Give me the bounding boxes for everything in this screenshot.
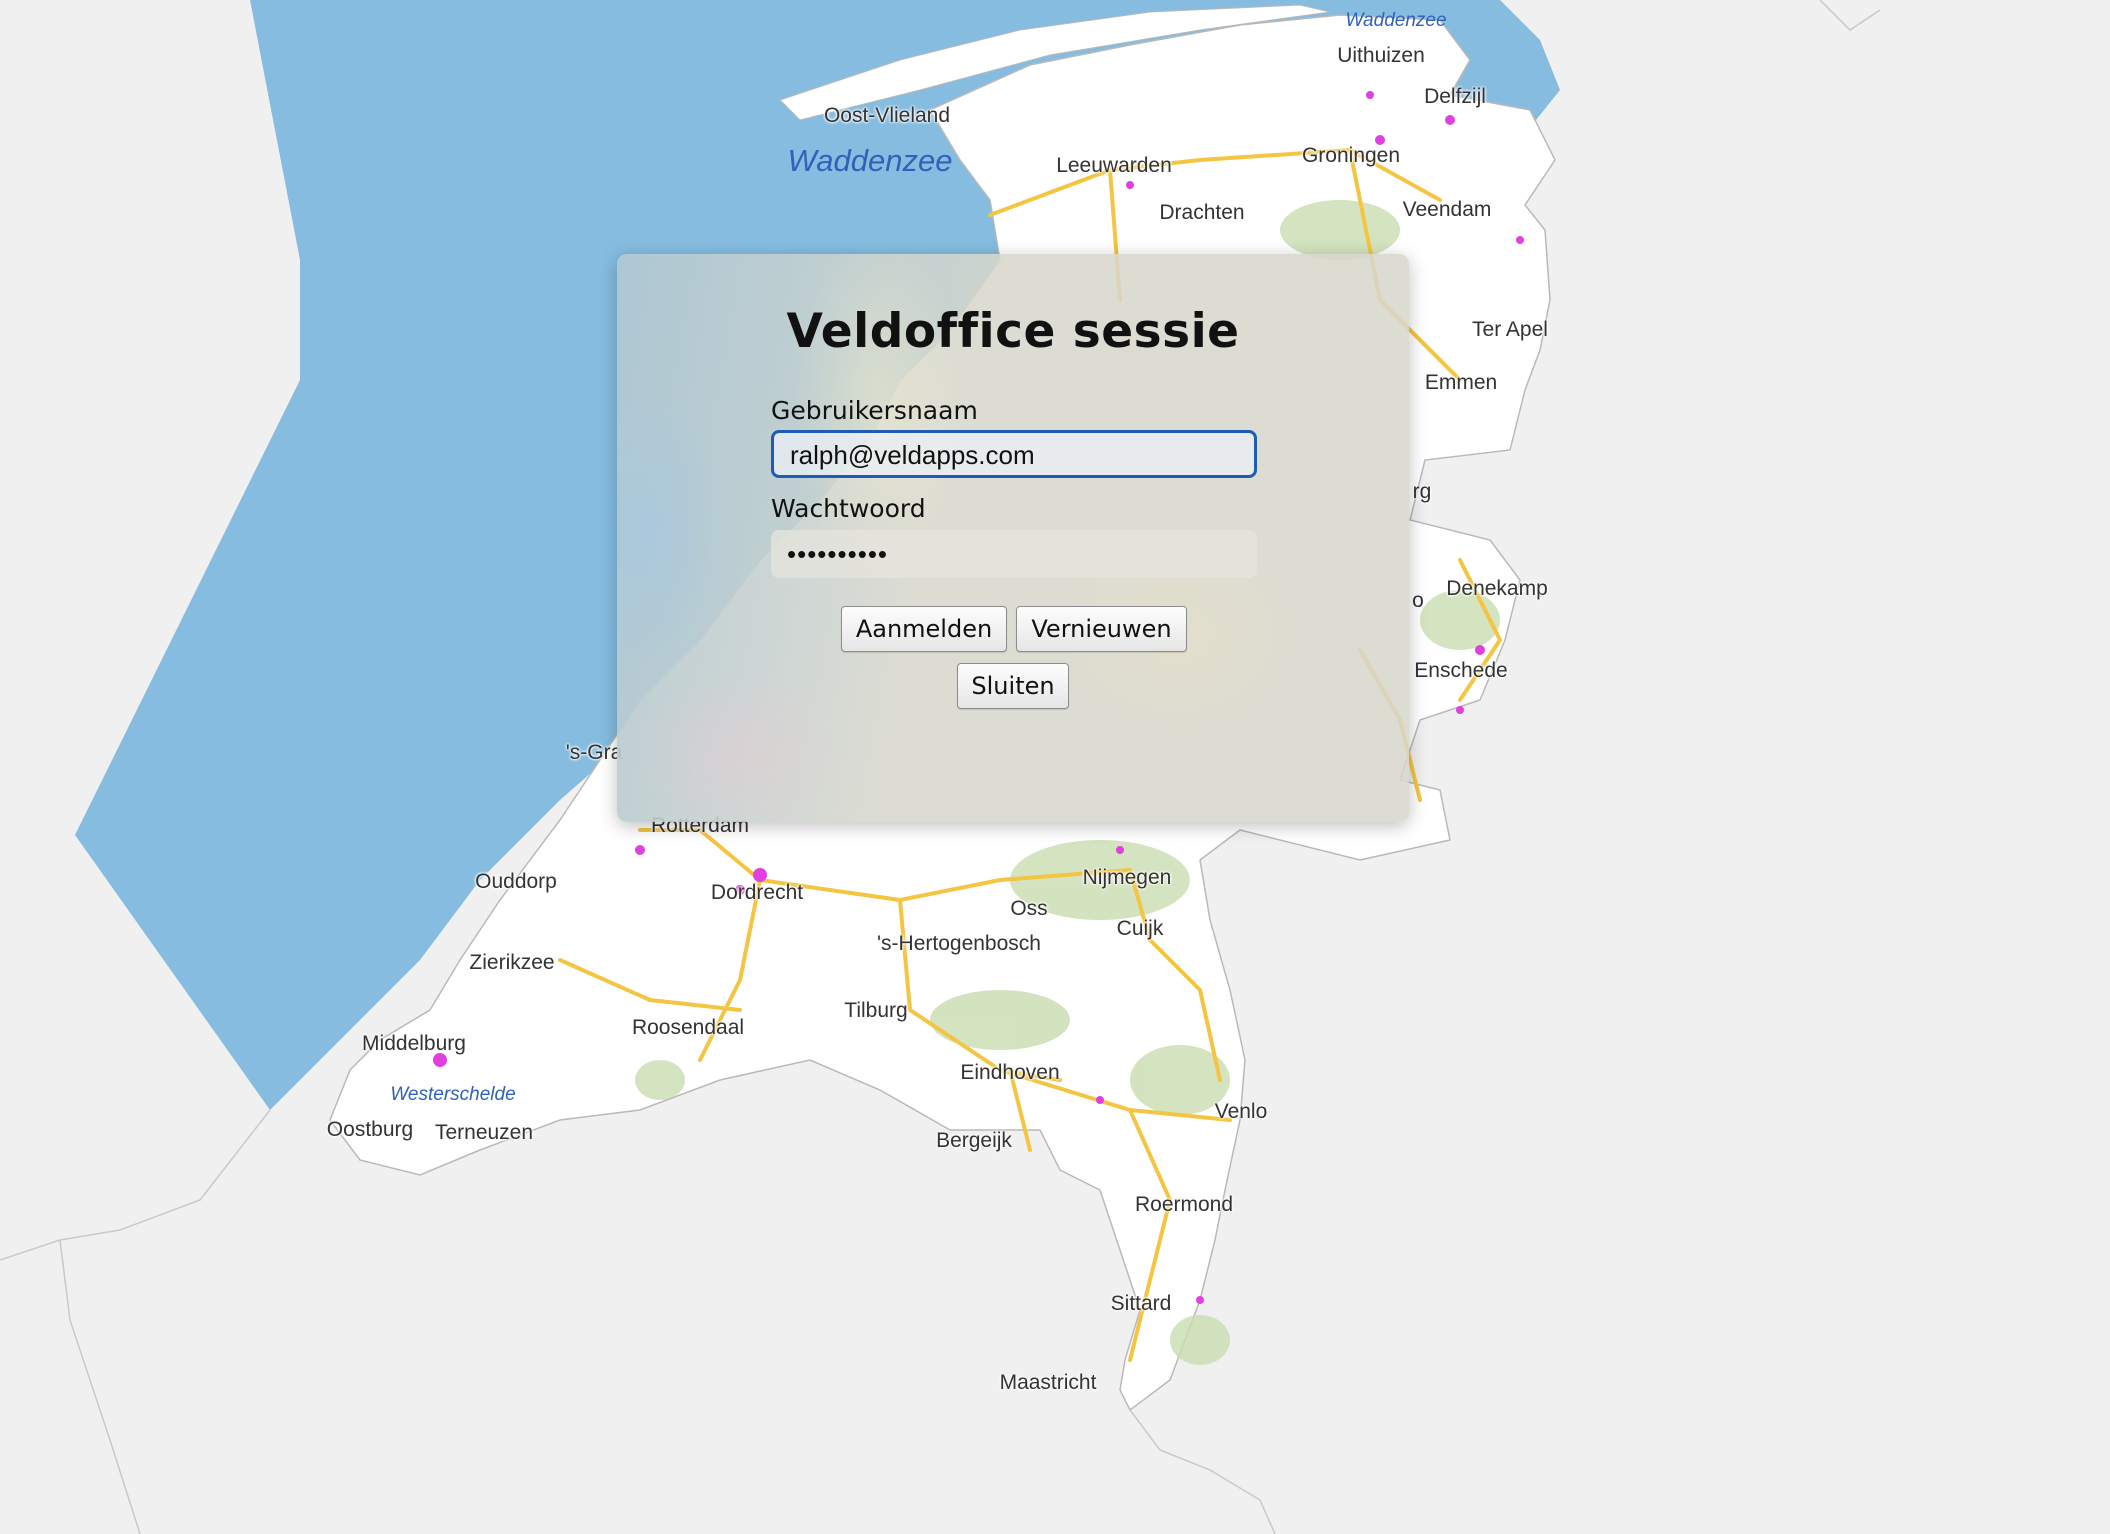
- place-label: Delfzijl: [1424, 85, 1486, 108]
- password-input[interactable]: ••••••••••: [771, 530, 1257, 578]
- water-label-westerschelde: Westerschelde: [390, 1084, 516, 1105]
- session-dialog: Veldoffice sessie Gebruikersnaam ralph@v…: [617, 254, 1409, 822]
- place-label: Emmen: [1424, 371, 1498, 394]
- username-input[interactable]: ralph@veldapps.com: [771, 430, 1257, 478]
- place-label: Maastricht: [999, 1371, 1097, 1394]
- place-label: Nijmegen: [1082, 866, 1172, 889]
- place-label: Groningen: [1301, 144, 1401, 167]
- place-label: Sittard: [1110, 1292, 1172, 1315]
- close-button[interactable]: Sluiten: [957, 663, 1069, 709]
- place-label: Veendam: [1402, 198, 1492, 221]
- place-label: 's-Hertogenbosch: [877, 932, 1041, 955]
- place-label: Dordrecht: [710, 881, 804, 904]
- username-label: Gebruikersnaam: [771, 396, 978, 425]
- password-label: Wachtwoord: [771, 494, 926, 523]
- place-label: Roosendaal: [631, 1016, 745, 1039]
- place-label: Oost-Vlieland: [823, 104, 951, 127]
- place-label: rg: [1412, 480, 1432, 503]
- place-label: Uithuizen: [1337, 44, 1425, 67]
- place-label: Enschede: [1414, 659, 1508, 682]
- place-label: Venlo: [1214, 1100, 1268, 1123]
- place-label: o: [1412, 589, 1424, 612]
- place-label: Leeuwarden: [1056, 154, 1172, 177]
- dialog-title: Veldoffice sessie: [786, 304, 1240, 359]
- place-label: 's-Gra: [565, 741, 623, 764]
- place-label: Ter Apel: [1472, 318, 1548, 341]
- place-label: Oss: [1010, 897, 1048, 920]
- place-label: Denekamp: [1446, 577, 1548, 600]
- water-label-waddenzee-east: Waddenzee: [1345, 10, 1447, 31]
- place-label: Oostburg: [326, 1118, 414, 1141]
- place-label: Eindhoven: [960, 1061, 1060, 1084]
- water-label-waddenzee: Waddenzee: [787, 143, 953, 178]
- refresh-button[interactable]: Vernieuwen: [1016, 606, 1187, 652]
- place-label: Terneuzen: [434, 1121, 534, 1144]
- place-label: Bergeijk: [936, 1129, 1012, 1152]
- place-label: Drachten: [1159, 201, 1245, 224]
- place-label: Cuijk: [1116, 917, 1164, 940]
- place-label: Ouddorp: [475, 870, 557, 893]
- place-label: Tilburg: [844, 999, 908, 1022]
- place-label: Middelburg: [362, 1032, 466, 1055]
- place-label: Roermond: [1134, 1193, 1234, 1216]
- login-button[interactable]: Aanmelden: [841, 606, 1007, 652]
- place-label: Zierikzee: [469, 951, 555, 974]
